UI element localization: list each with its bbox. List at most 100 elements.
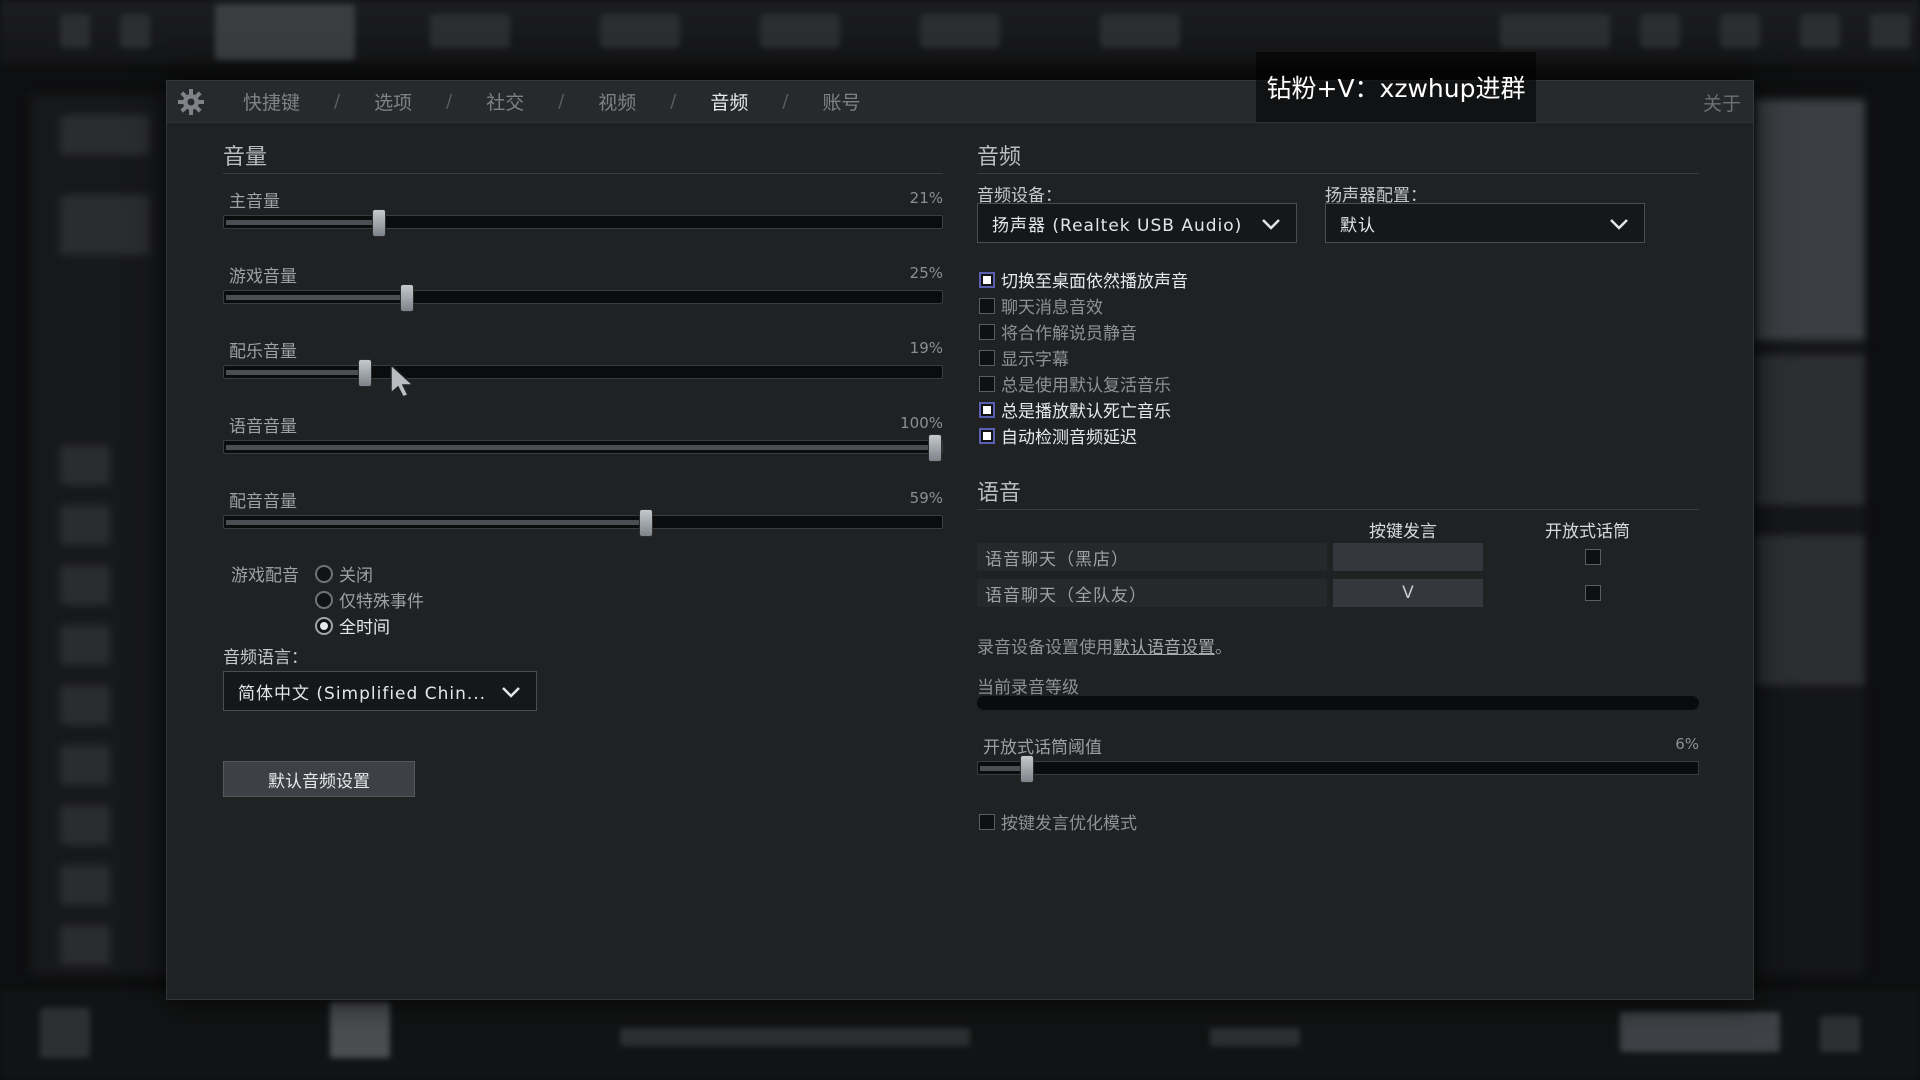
tab-video[interactable]: 视频 [592, 88, 642, 115]
slider-thumb[interactable] [371, 209, 386, 237]
checkbox[interactable] [979, 813, 995, 830]
tab-hotkeys[interactable]: 快捷键 [237, 88, 306, 115]
checkbox-label: 按键发言优化模式 [1001, 814, 1137, 834]
checkbox-play-in-background[interactable]: 切换至桌面依然播放声音 [979, 267, 1188, 292]
speaker-config-dropdown[interactable]: 默认 [1325, 203, 1645, 243]
slider-fill [226, 370, 363, 375]
checkbox-subtitles[interactable]: 显示字幕 [979, 345, 1069, 370]
announcer-option-special[interactable]: 仅特殊事件 [315, 587, 424, 612]
default-audio-settings-button[interactable]: 默认音频设置 [223, 761, 415, 797]
checkbox-ptt-optimized[interactable]: 按键发言优化模式 [979, 809, 1137, 834]
checkbox-label: 总是播放默认死亡音乐 [1001, 402, 1171, 422]
checkbox-chat-sound[interactable]: 聊天消息音效 [979, 293, 1103, 318]
slider-fill [226, 520, 645, 525]
checkbox[interactable] [979, 323, 995, 340]
settings-dialog: 快捷键 / 选项 / 社交 / 视频 / 音频 / 账号 关于 音量 主音量 2… [166, 80, 1754, 1000]
slider-value: 59% [909, 489, 943, 507]
slider-value: 19% [909, 339, 943, 357]
tab-options[interactable]: 选项 [368, 88, 418, 115]
slider-thumb[interactable] [400, 284, 414, 312]
volume-section-title: 音量 [223, 139, 943, 174]
checkbox[interactable] [979, 401, 995, 418]
slider-label: 配音音量 [229, 492, 297, 512]
radio-button[interactable] [315, 616, 333, 635]
voice-chat-team-key[interactable]: V [1333, 579, 1483, 607]
radio-label: 仅特殊事件 [339, 592, 424, 612]
default-voice-settings-link[interactable]: 默认语音设置 [1113, 638, 1215, 658]
slider-track[interactable] [223, 209, 943, 237]
announcer-option-off[interactable]: 关闭 [315, 561, 373, 586]
gear-icon[interactable] [175, 86, 207, 118]
audio-section-title: 音频 [977, 139, 1699, 174]
chevron-down-icon [1610, 219, 1628, 230]
slider-track[interactable] [977, 755, 1699, 783]
checkbox[interactable] [979, 271, 995, 288]
slider-label: 配乐音量 [229, 342, 297, 362]
tab-separator: / [782, 91, 789, 112]
checkbox-default-death-music[interactable]: 总是播放默认死亡音乐 [979, 397, 1171, 422]
recording-level-label: 当前录音等级 [977, 678, 1079, 698]
tab-separator: / [670, 91, 677, 112]
tab-social[interactable]: 社交 [480, 88, 530, 115]
slider-thumb[interactable] [357, 359, 372, 387]
checkbox-label: 总是使用默认复活音乐 [1001, 376, 1171, 396]
checkbox-auto-detect-latency[interactable]: 自动检测音频延迟 [979, 423, 1137, 448]
checkbox-default-respawn-music[interactable]: 总是使用默认复活音乐 [979, 371, 1171, 396]
voice-section-title: 语音 [977, 475, 1699, 510]
tab-separator: / [558, 91, 565, 112]
watermark-overlay: 钻粉+V：xzwhup进群 [1256, 52, 1536, 122]
slider-track[interactable] [223, 509, 943, 537]
radio-button[interactable] [315, 590, 333, 609]
background-top-bar [0, 0, 1920, 64]
radio-label: 关闭 [339, 566, 373, 586]
slider-value: 25% [909, 264, 943, 282]
recording-level-meter [977, 696, 1699, 710]
slider-thumb[interactable] [639, 509, 654, 537]
recording-device-note: 录音设备设置使用默认语音设置。 [977, 633, 1232, 658]
slider-label: 语音音量 [229, 417, 297, 437]
slider-thumb[interactable] [1020, 755, 1035, 783]
dropdown-value: 扬声器 (Realtek USB Audio) [992, 215, 1243, 236]
radio-button[interactable] [315, 564, 333, 583]
slider-track[interactable] [223, 434, 943, 462]
audio-device-dropdown[interactable]: 扬声器 (Realtek USB Audio) [977, 203, 1297, 243]
checkbox-mute-cocaster[interactable]: 将合作解说员静音 [979, 319, 1137, 344]
checkbox[interactable] [979, 427, 995, 444]
push-to-talk-column-header: 按键发言 [1369, 522, 1437, 542]
chevron-down-icon [1262, 219, 1280, 230]
slider-thumb[interactable] [928, 434, 942, 462]
slider-fill [226, 220, 377, 225]
checkbox[interactable] [979, 349, 995, 366]
background-left-panel [30, 95, 170, 975]
voice-chat-party-open-mic-checkbox[interactable] [1585, 549, 1601, 565]
about-link[interactable]: 关于 [1703, 89, 1741, 116]
note-suffix: 。 [1215, 638, 1232, 658]
slider-track[interactable] [223, 359, 943, 387]
dropdown-value: 简体中文 (Simplified Chin... [238, 683, 487, 704]
tab-separator: / [446, 91, 453, 112]
voice-chat-team-open-mic-checkbox[interactable] [1585, 585, 1601, 601]
checkbox-label: 显示字幕 [1001, 350, 1069, 370]
voice-chat-party-label: 语音聊天（黑店） [977, 543, 1327, 571]
checkbox-label: 自动检测音频延迟 [1001, 428, 1137, 448]
audio-language-dropdown[interactable]: 简体中文 (Simplified Chin... [223, 671, 537, 711]
music-volume-slider: 配乐音量 19% [223, 337, 943, 397]
announcer-volume-slider: 配音音量 59% [223, 487, 943, 547]
mouse-cursor-icon [390, 363, 415, 398]
checkbox[interactable] [979, 375, 995, 392]
chevron-down-icon [502, 687, 520, 698]
tab-audio[interactable]: 音频 [704, 88, 754, 115]
voice-chat-party-key[interactable] [1333, 543, 1483, 571]
voice-chat-team-label: 语音聊天（全队友） [977, 579, 1327, 607]
checkbox-label: 切换至桌面依然播放声音 [1001, 272, 1188, 292]
game-volume-slider: 游戏音量 25% [223, 262, 943, 322]
checkbox[interactable] [979, 297, 995, 314]
announcer-option-always[interactable]: 全时间 [315, 613, 390, 638]
slider-value: 6% [1675, 735, 1699, 753]
slider-label: 游戏音量 [229, 267, 297, 287]
background-bottom-bar [0, 990, 1920, 1080]
slider-track[interactable] [223, 284, 943, 312]
slider-fill [226, 445, 933, 450]
announcer-label: 游戏配音 [231, 566, 299, 586]
tab-account[interactable]: 账号 [816, 88, 866, 115]
